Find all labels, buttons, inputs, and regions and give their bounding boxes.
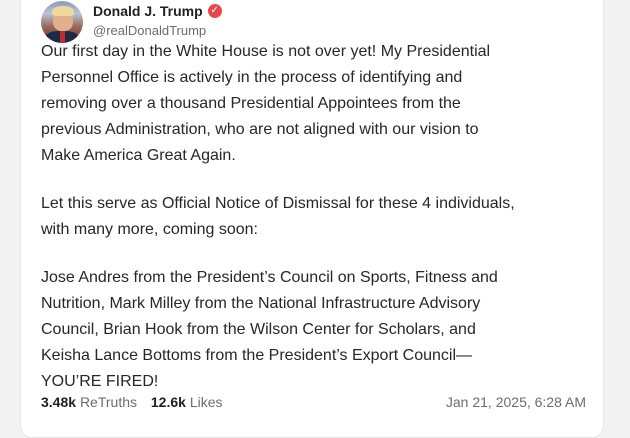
post-body: Our first day in the White House is not … [41,39,597,417]
avatar[interactable] [41,1,83,43]
avatar-hair [52,6,74,16]
author-handle[interactable]: @realDonaldTrump [93,23,206,38]
retruths-count: 3.48k [41,394,77,410]
retruths-label: ReTruths [79,394,137,410]
post-text-line: Make America Great Again. [41,147,236,164]
post-text-line: Keisha Lance Bottoms from the President’… [41,347,473,364]
post-text-line: Council, Brian Hook from the Wilson Cent… [41,321,476,338]
post-text-line: Nutrition, Mark Milley from the National… [41,295,481,312]
post-paragraph-1: Our first day in the White House is not … [41,39,597,169]
post-text-line: Let this serve as Official Notice of Dis… [41,195,515,212]
likes-label: Likes [189,394,223,410]
post-text-line: removing over a thousand Presidential Ap… [41,95,461,112]
post-text-line: Jose Andres from the President’s Council… [41,269,498,286]
author-name-row: Donald J. Trump ✓ [93,3,222,19]
verified-badge-icon: ✓ [207,4,222,18]
post-text-line: Our first day in the White House is not … [41,43,491,60]
post-paragraph-2: Let this serve as Official Notice of Dis… [41,191,597,243]
post-card: Donald J. Trump ✓ @realDonaldTrump Our f… [20,0,604,438]
author-name[interactable]: Donald J. Trump [93,3,203,19]
post-text-line: YOU’RE FIRED! [41,373,159,390]
post-paragraph-3: Jose Andres from the President’s Council… [41,265,597,395]
post-timestamp[interactable]: Jan 21, 2025, 6:28 AM [446,394,586,410]
post-footer: 3.48k ReTruths 12.6k Likes Jan 21, 2025,… [41,394,586,410]
retruths-stat[interactable]: 3.48k ReTruths [41,394,141,410]
post-text-line: previous Administration, who are not ali… [41,121,479,138]
likes-stat[interactable]: 12.6k Likes [151,394,223,410]
post-text-line: with many more, coming soon: [41,221,258,238]
post-text-line: Personnel Office is actively in the proc… [41,69,463,86]
likes-count: 12.6k [150,394,186,410]
